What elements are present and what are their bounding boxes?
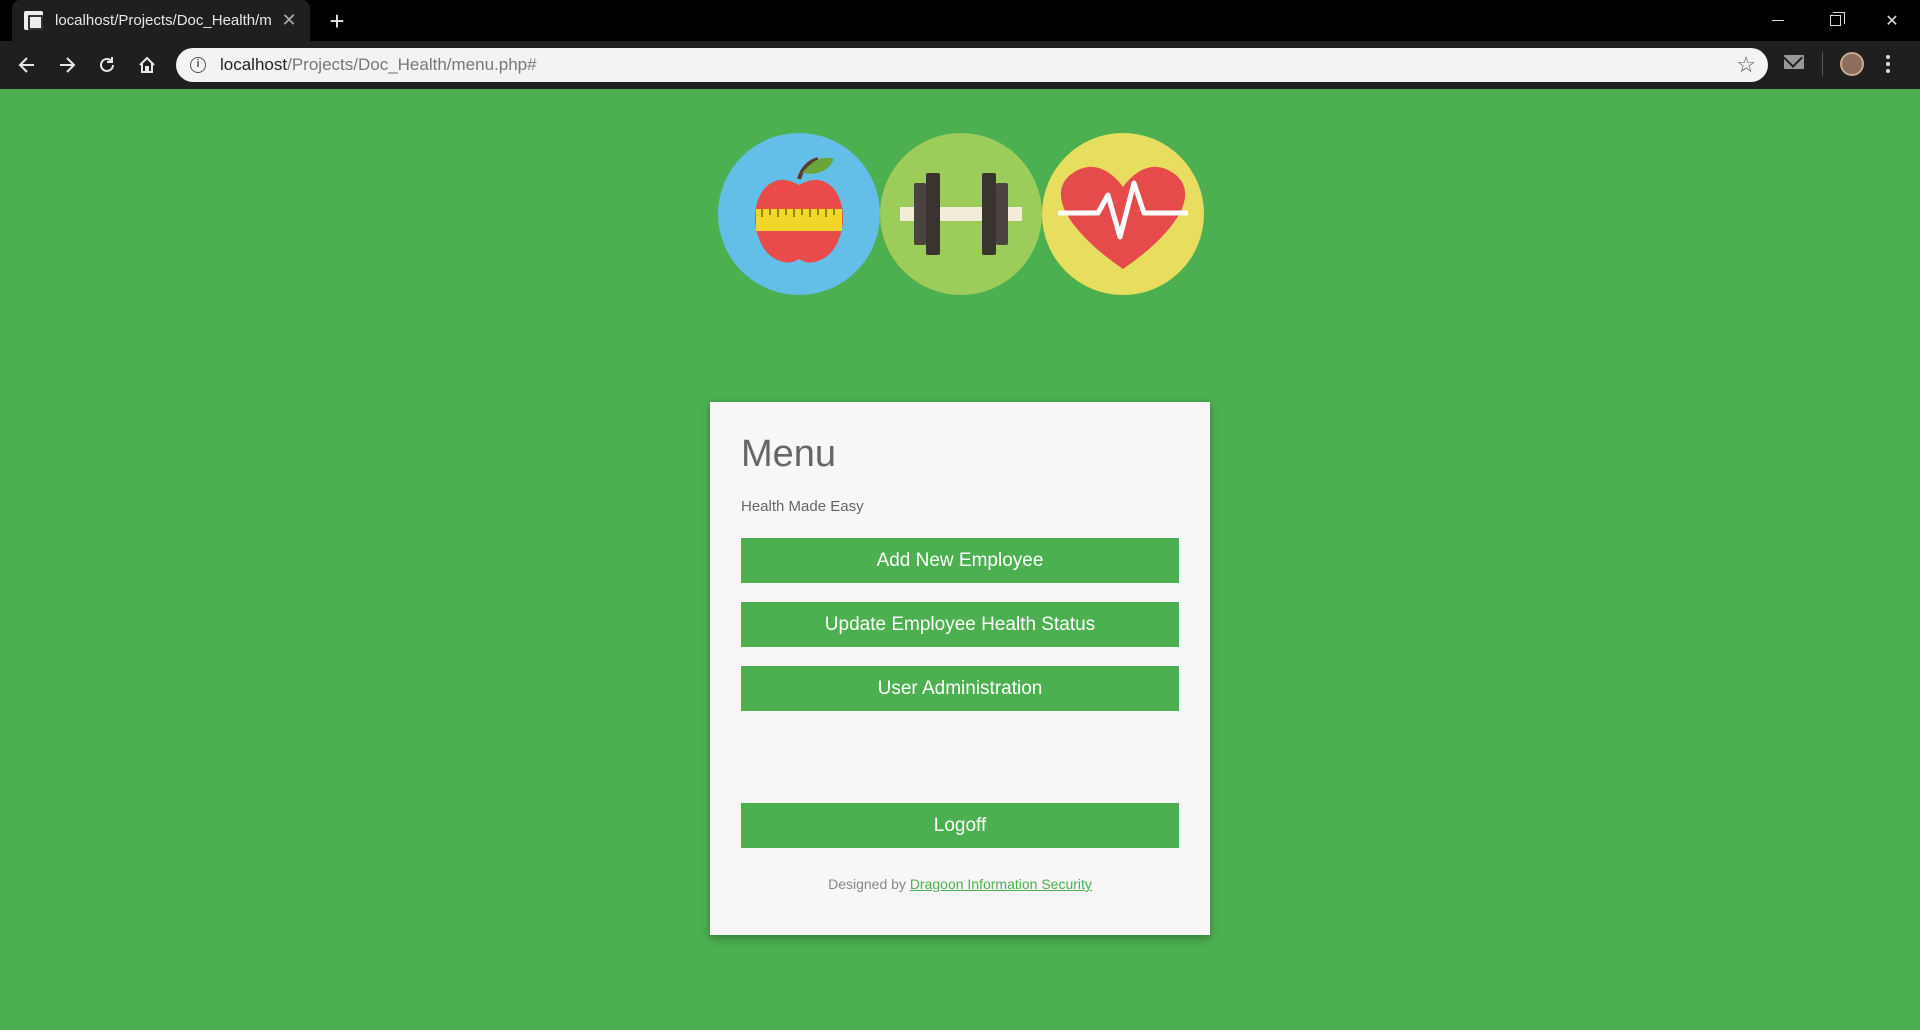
browser-tab[interactable]: localhost/Projects/Doc_Health/m ✕ (12, 0, 310, 41)
user-administration-button[interactable]: User Administration (741, 666, 1179, 711)
hero-logos (718, 133, 1204, 295)
profile-avatar[interactable] (1840, 52, 1864, 76)
favicon-icon (24, 11, 43, 30)
apple-measuring-tape-icon (718, 133, 880, 295)
browser-toolbar: i localhost/Projects/Doc_Health/menu.php… (0, 41, 1920, 89)
close-window-button[interactable]: ✕ (1864, 0, 1920, 41)
url-text: localhost/Projects/Doc_Health/menu.php# (220, 55, 537, 74)
forward-arrow-icon[interactable] (51, 49, 83, 81)
menu-card: Menu Health Made Easy Add New Employee U… (710, 402, 1210, 935)
footer-credit: Designed by Dragoon Information Security (710, 876, 1210, 892)
footer-link[interactable]: Dragoon Information Security (910, 876, 1092, 892)
page-subtitle: Health Made Easy (741, 498, 864, 515)
home-icon[interactable] (131, 49, 163, 81)
back-arrow-icon[interactable] (11, 49, 43, 81)
address-bar[interactable]: i localhost/Projects/Doc_Health/menu.php… (176, 48, 1768, 82)
add-new-employee-button[interactable]: Add New Employee (741, 538, 1179, 583)
new-tab-icon[interactable]: + (322, 6, 352, 36)
heart-pulse-icon (1042, 133, 1204, 295)
tab-close-icon[interactable]: ✕ (278, 10, 300, 31)
mail-icon[interactable] (1784, 55, 1804, 69)
tab-title: localhost/Projects/Doc_Health/m (55, 12, 272, 29)
site-info-icon[interactable]: i (190, 57, 206, 73)
bookmark-star-icon[interactable]: ☆ (1736, 53, 1756, 77)
footer-prefix: Designed by (828, 876, 906, 892)
browser-menu-icon[interactable] (1886, 51, 1892, 77)
browser-tab-bar: localhost/Projects/Doc_Health/m ✕ + ✕ (0, 0, 1920, 41)
reload-icon[interactable] (91, 49, 123, 81)
minimize-window-button[interactable] (1750, 0, 1806, 41)
update-health-status-button[interactable]: Update Employee Health Status (741, 602, 1179, 647)
toolbar-divider (1822, 52, 1823, 76)
dumbbell-icon (880, 133, 1042, 295)
page-title: Menu (741, 433, 837, 475)
logoff-button[interactable]: Logoff (741, 803, 1179, 848)
restore-window-button[interactable] (1807, 0, 1863, 41)
